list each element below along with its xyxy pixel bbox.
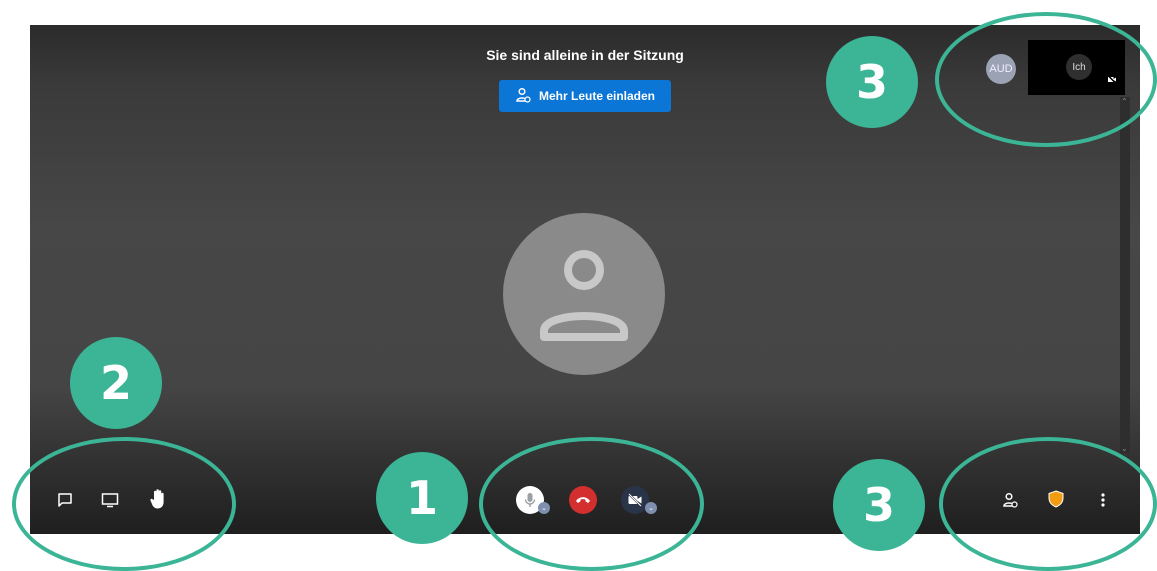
annotation-badge-center: 1 [376,452,468,544]
annotation-badge-bottom-right: 3 [833,459,925,551]
filmstrip-scrollbar[interactable]: ⌃ ⌄ [1120,97,1130,453]
user-icon [540,250,628,341]
participant-avatar-placeholder [503,213,665,375]
invite-people-button[interactable]: Mehr Leute einladen [499,80,671,112]
annotation-ring-top-right [935,12,1157,147]
annotation-ring-bottom-right [939,437,1157,571]
add-person-icon [515,87,531,106]
annotation-ring-left [12,437,236,571]
annotation-badge-top-right: 3 [826,36,918,128]
invite-people-label: Mehr Leute einladen [538,89,656,103]
annotation-badge-left: 2 [70,337,162,429]
scroll-down-icon[interactable]: ⌄ [1121,444,1128,453]
annotation-ring-center [479,437,704,571]
